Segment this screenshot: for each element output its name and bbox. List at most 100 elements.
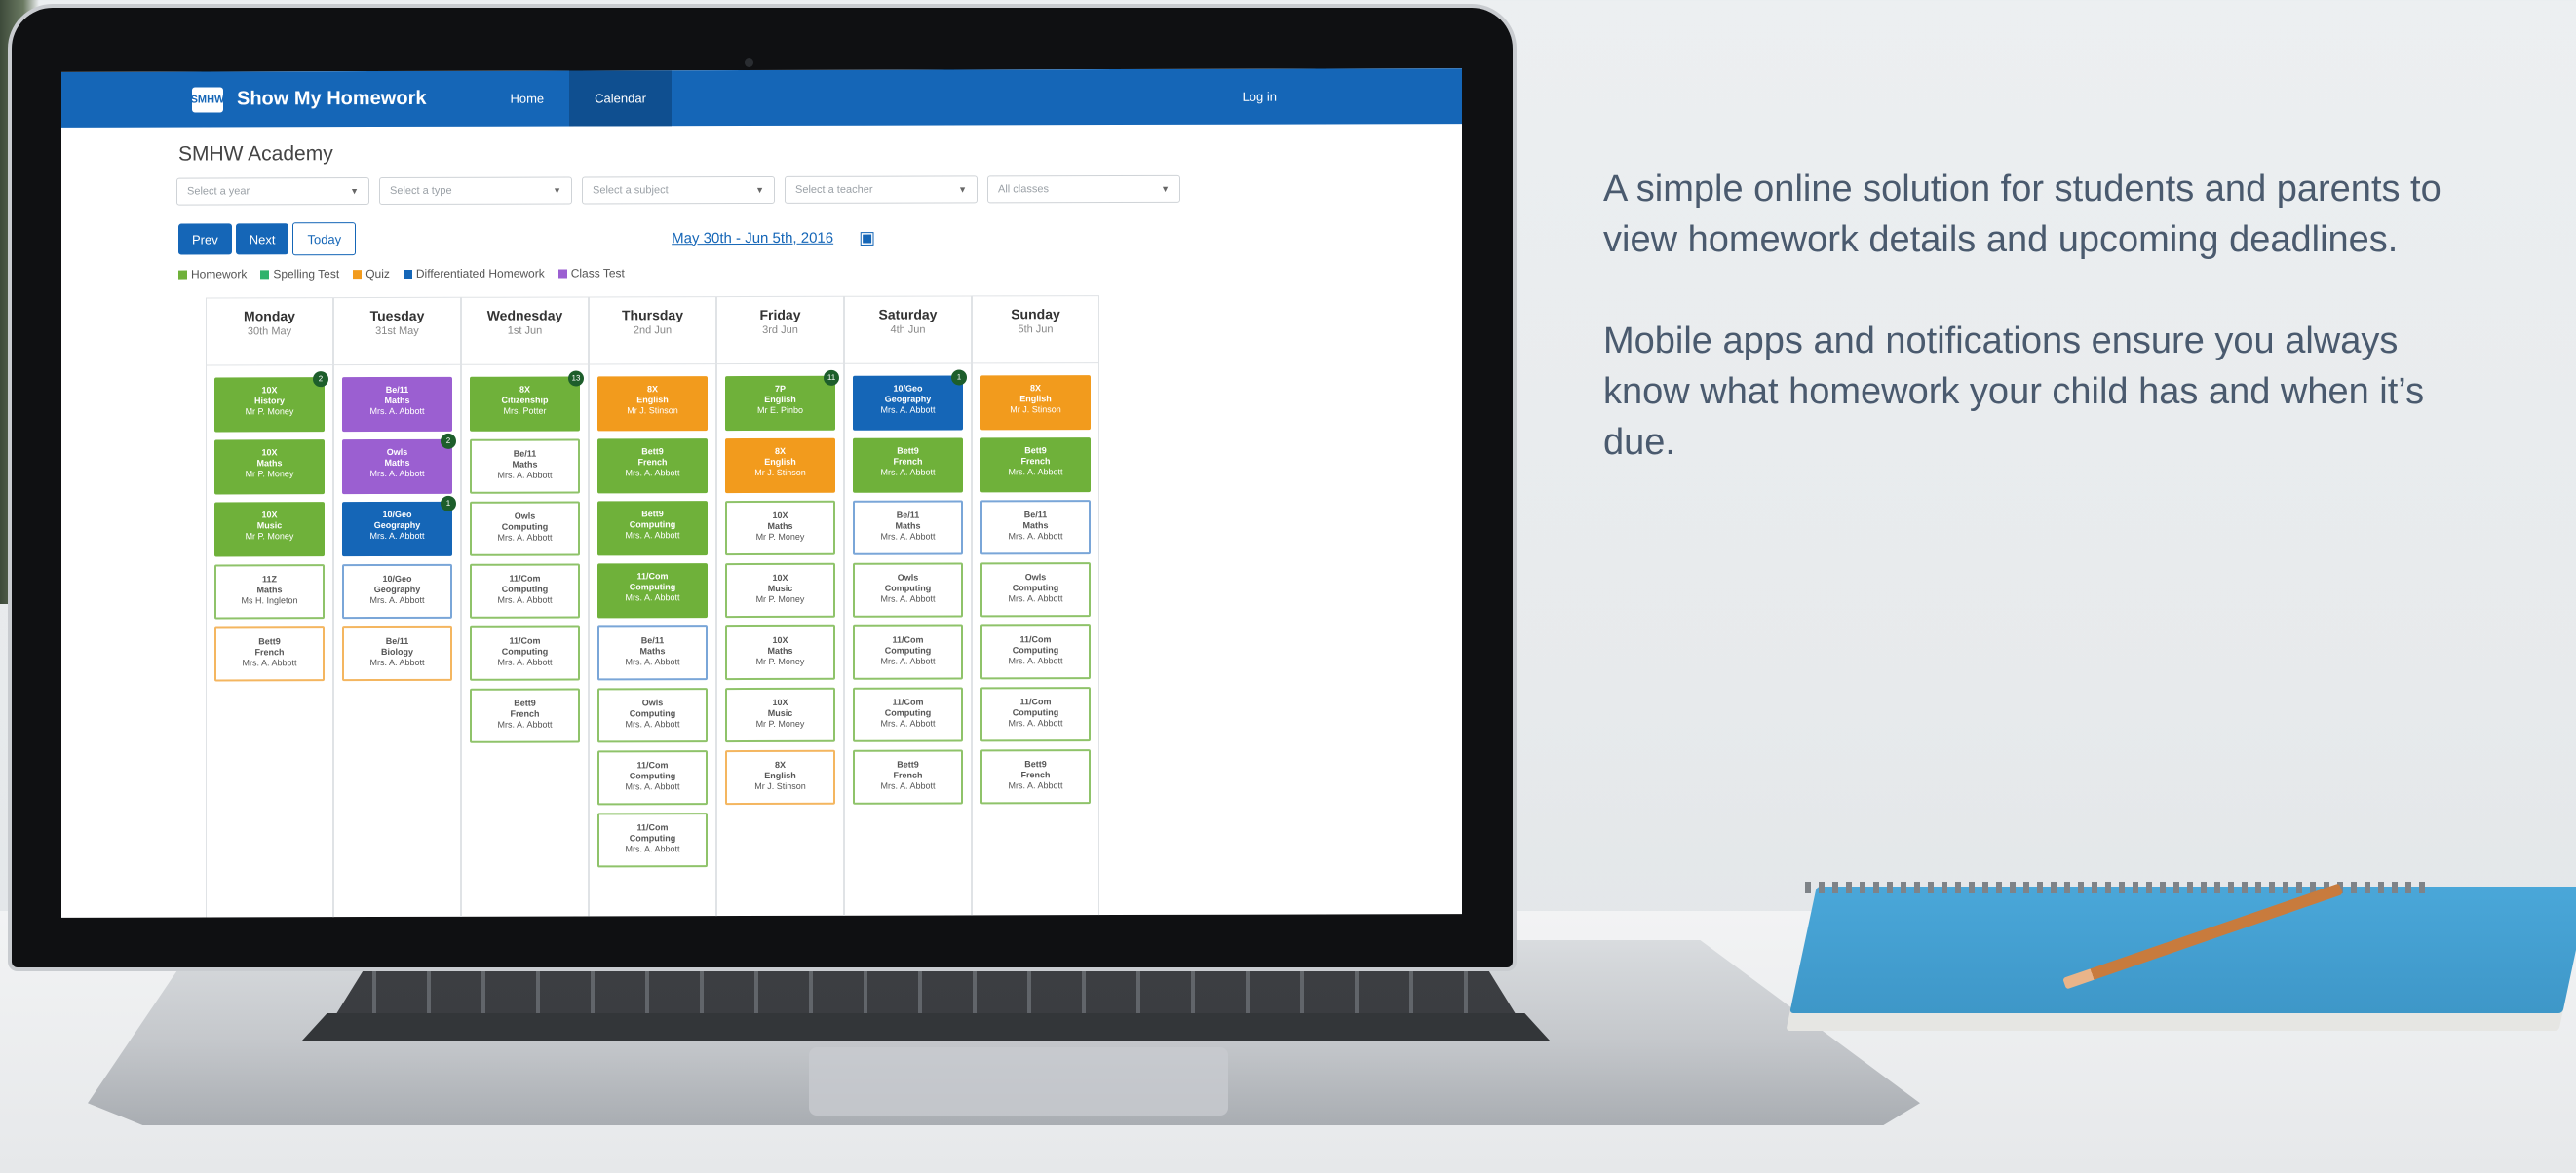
homework-card[interactable]: 8X Citizenship Mrs. Potter 13 — [470, 370, 584, 432]
homework-card[interactable]: 11/Com Computing Mrs. A. Abbott — [853, 687, 963, 742]
next-button[interactable]: Next — [235, 223, 289, 255]
card-title: 11/Com — [1019, 697, 1052, 707]
calendar-icon[interactable]: ▣ — [859, 227, 875, 247]
homework-card[interactable]: 11/Com Computing Mrs. A. Abbott — [853, 624, 963, 680]
card-teacher: Mrs. A. Abbott — [1008, 718, 1063, 729]
year-select[interactable]: Select a year ▼ — [176, 177, 369, 206]
card-subject: History — [253, 396, 285, 406]
homework-card[interactable]: Be/11 Maths Mrs. A. Abbott — [342, 376, 452, 433]
subject-select-value: Select a subject — [593, 184, 669, 197]
card-subject: Computing — [629, 519, 676, 530]
homework-card[interactable]: Owls Maths Mrs. A. Abbott 2 — [342, 433, 456, 495]
homework-card[interactable]: 8X English Mr J. Stinson — [597, 376, 708, 432]
homework-card[interactable]: 7P English Mr E. Pinbo 11 — [725, 369, 839, 432]
login-link[interactable]: Log in — [1243, 90, 1277, 104]
day-header: Monday 30th May — [207, 297, 332, 366]
comment-count-badge: 11 — [824, 369, 839, 386]
marketing-copy: A simple online solution for students an… — [1603, 164, 2480, 518]
homework-card[interactable]: 10X Maths Mr P. Money — [725, 624, 835, 681]
card-subject: English — [764, 456, 796, 467]
day-header: Wednesday 1st Jun — [462, 296, 588, 365]
day-date: 5th Jun — [1018, 323, 1054, 336]
card-subject: Maths — [639, 646, 666, 657]
homework-card[interactable]: 10/Geo Geography Mrs. A. Abbott — [342, 563, 452, 620]
homework-card[interactable]: Bett9 French Mrs. A. Abbott — [853, 437, 963, 493]
homework-card[interactable]: 8X English Mr J. Stinson — [725, 749, 835, 806]
homework-card[interactable]: Owls Computing Mrs. A. Abbott — [980, 562, 1091, 618]
homework-card[interactable]: Bett9 French Mrs. A. Abbott — [597, 438, 708, 494]
shield-logo-icon[interactable]: SMHW — [191, 86, 224, 113]
card-subject: Computing — [629, 833, 676, 844]
card-teacher: Mrs. A. Abbott — [1008, 593, 1063, 604]
card-teacher: Mrs. A. Abbott — [880, 531, 936, 542]
day-date: 2nd Jun — [633, 324, 673, 337]
card-teacher: Mr P. Money — [245, 406, 294, 417]
homework-card[interactable]: 10X History Mr P. Money 2 — [214, 371, 328, 433]
homework-card[interactable]: 11/Com Computing Mrs. A. Abbott — [470, 625, 580, 681]
homework-card[interactable]: 10X Maths Mr P. Money — [214, 439, 325, 495]
homework-card[interactable]: 10X Music Mr P. Money — [725, 687, 835, 743]
prev-button[interactable]: Prev — [178, 223, 232, 255]
card-title: 10X — [772, 634, 788, 645]
homework-card[interactable]: 11/Com Computing Mrs. A. Abbott — [597, 563, 708, 619]
homework-card[interactable]: 11Z Maths Ms H. Ingleton — [214, 564, 325, 620]
card-title: 10X — [772, 510, 788, 520]
today-button[interactable]: Today — [292, 222, 357, 256]
card-subject: Computing — [884, 707, 932, 718]
card-teacher: Mrs. A. Abbott — [625, 657, 680, 667]
calendar-controls: Prev Next Today May 30th - Jun 5th, 2016… — [178, 219, 1462, 256]
card-title: 10/Geo — [382, 509, 412, 520]
homework-card[interactable]: Be/11 Biology Mrs. A. Abbott — [342, 625, 452, 682]
homework-card[interactable]: 11/Com Computing Mrs. A. Abbott — [597, 750, 708, 806]
card-teacher: Mrs. A. Abbott — [1008, 531, 1063, 542]
homework-card[interactable]: 10X Music Mr P. Money — [725, 562, 835, 619]
homework-card[interactable]: Bett9 Computing Mrs. A. Abbott — [597, 501, 708, 556]
card-title: 11/Com — [509, 635, 541, 646]
type-select[interactable]: Select a type ▼ — [379, 176, 572, 206]
homework-card[interactable]: 8X English Mr J. Stinson — [725, 437, 835, 494]
homework-card[interactable]: 10X Music Mr P. Money — [214, 502, 325, 557]
card-title: Owls — [641, 698, 664, 708]
card-subject: Music — [767, 583, 793, 593]
card-subject: Maths — [384, 457, 410, 469]
legend-item: Quiz — [353, 267, 390, 281]
homework-card[interactable]: Bett9 French Mrs. A. Abbott — [980, 437, 1091, 493]
homework-card[interactable]: Bett9 French Mrs. A. Abbott — [214, 626, 325, 682]
homework-card[interactable]: Owls Computing Mrs. A. Abbott — [597, 688, 708, 743]
homework-card[interactable]: 11/Com Computing Mrs. A. Abbott — [980, 687, 1091, 742]
teacher-select[interactable]: Select a teacher ▼ — [785, 175, 978, 204]
homework-card[interactable]: Be/11 Maths Mrs. A. Abbott — [853, 500, 963, 555]
homework-card[interactable]: 10/Geo Geography Mrs. A. Abbott 1 — [342, 495, 456, 557]
day-cards: Be/11 Maths Mrs. A. Abbott Owls Maths Mrs. A.… — [334, 365, 460, 682]
teacher-select-value: Select a teacher — [795, 183, 873, 196]
homework-card[interactable]: Bett9 French Mrs. A. Abbott — [853, 749, 963, 805]
card-subject: English — [764, 394, 796, 404]
day-cards: 10X History Mr P. Money 2 10X Maths Mr P. Mone… — [207, 365, 332, 682]
brand-name[interactable]: Show My Homework — [237, 88, 426, 111]
homework-card[interactable]: Owls Computing Mrs. A. Abbott — [470, 501, 580, 556]
card-teacher: Mrs. A. Abbott — [369, 594, 425, 606]
legend-item: Class Test — [557, 266, 625, 281]
homework-card[interactable]: Be/11 Maths Mrs. A. Abbott — [470, 438, 580, 494]
class-select[interactable]: All classes ▼ — [987, 174, 1180, 204]
homework-card[interactable]: 10X Maths Mr P. Money — [725, 500, 835, 556]
homework-card[interactable]: 8X English Mr J. Stinson — [980, 375, 1091, 431]
subject-select[interactable]: Select a subject ▼ — [582, 175, 775, 205]
homework-card[interactable]: 11/Com Computing Mrs. A. Abbott — [980, 624, 1091, 680]
card-subject: Maths — [767, 645, 793, 656]
homework-card[interactable]: 11/Com Computing Mrs. A. Abbott — [470, 563, 580, 619]
homework-card[interactable]: Be/11 Maths Mrs. A. Abbott — [980, 500, 1091, 555]
homework-card[interactable]: 11/Com Computing Mrs. A. Abbott — [597, 813, 708, 868]
card-title: Owls — [514, 511, 536, 521]
homework-card[interactable]: Bett9 French Mrs. A. Abbott — [980, 749, 1091, 805]
homework-card[interactable]: Bett9 French Mrs. A. Abbott — [470, 688, 580, 743]
nav-home[interactable]: Home — [484, 71, 569, 127]
homework-card[interactable]: Owls Computing Mrs. A. Abbott — [853, 562, 963, 618]
date-range-link[interactable]: May 30th - Jun 5th, 2016 — [672, 229, 833, 246]
homework-card[interactable]: 10/Geo Geography Mrs. A. Abbott 1 — [853, 369, 967, 431]
day-column: Saturday 4th Jun 10/Geo Geography Mrs. A. Ab… — [844, 295, 972, 918]
day-header: Tuesday 31st May — [334, 296, 460, 366]
day-date: 30th May — [247, 325, 292, 338]
nav-calendar[interactable]: Calendar — [569, 70, 672, 127]
homework-card[interactable]: Be/11 Maths Mrs. A. Abbott — [597, 625, 708, 681]
